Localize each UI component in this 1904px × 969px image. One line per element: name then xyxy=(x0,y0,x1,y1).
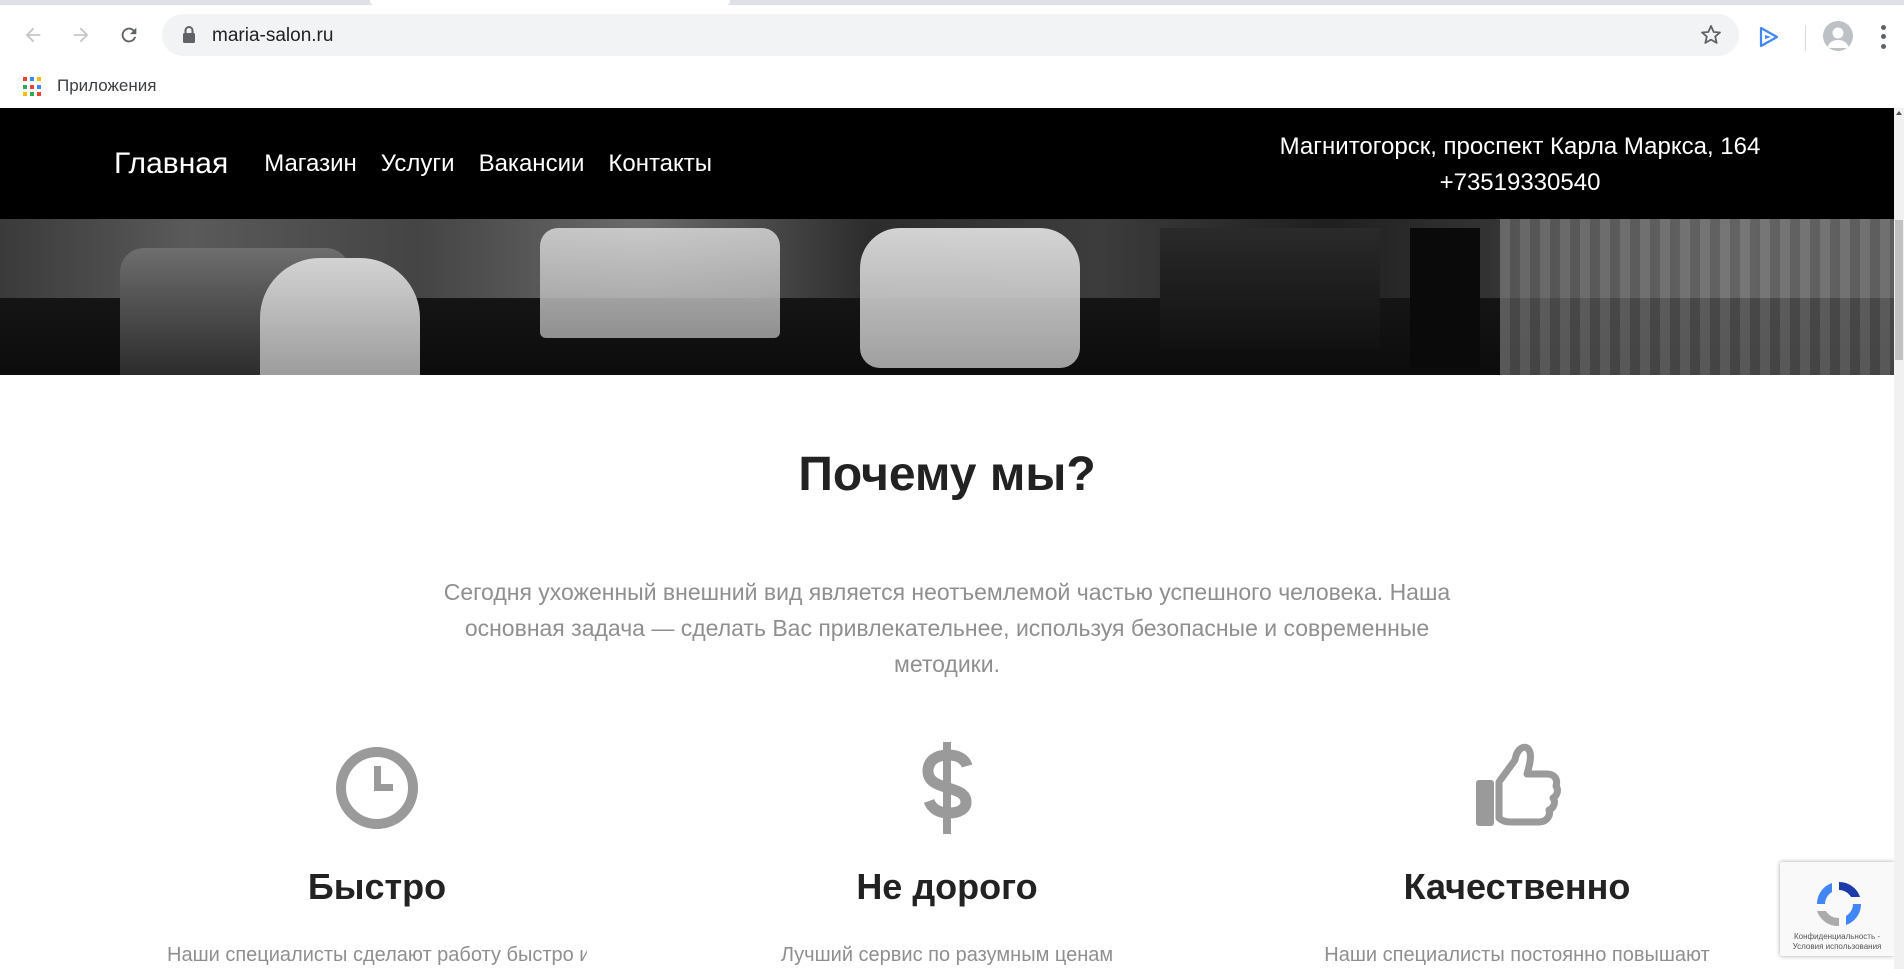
browser-menu-icon[interactable] xyxy=(1878,23,1888,51)
header-contact: Магнитогорск, проспект Карла Маркса, 164… xyxy=(1260,129,1780,201)
nav-services-link[interactable]: Услуги xyxy=(381,150,455,178)
features-row: Быстро Наши специалисты сделают работу б… xyxy=(0,738,1894,969)
toolbar-divider xyxy=(1805,25,1806,51)
recaptcha-badge[interactable]: Конфиденциальность - Условия использован… xyxy=(1780,862,1894,956)
back-button[interactable] xyxy=(15,17,51,53)
feature-description: Наши специалисты сделают работу быстро и xyxy=(167,944,587,966)
feature-title: Не дорого xyxy=(856,866,1038,907)
feature-cheap: Не дорого Лучший сервис по разумным цена… xyxy=(737,738,1157,967)
feature-description: Лучший сервис по разумным ценам xyxy=(780,944,1114,966)
nav-vacancies-link[interactable]: Вакансии xyxy=(479,150,585,178)
apps-bookmark-label[interactable]: Приложения xyxy=(57,76,156,96)
arrow-right-icon xyxy=(73,27,89,43)
feature-fast: Быстро Наши специалисты сделают работу б… xyxy=(167,738,587,967)
header-address: Магнитогорск, проспект Карла Маркса, 164 xyxy=(1279,133,1761,160)
cast-extension-icon[interactable] xyxy=(1756,24,1782,50)
feature-title: Качественно xyxy=(1403,866,1631,907)
feature-title: Быстро xyxy=(307,866,447,907)
apps-grid-icon[interactable] xyxy=(23,77,43,97)
address-bar[interactable]: maria-salon.ru xyxy=(162,14,1739,56)
reload-icon xyxy=(121,27,137,43)
why-us-title: Почему мы? xyxy=(798,448,1096,501)
clock-icon xyxy=(336,747,418,829)
nav-contacts-link[interactable]: Контакты xyxy=(608,150,712,178)
lock-icon xyxy=(183,26,195,43)
page-scrollbar[interactable] xyxy=(1894,108,1904,969)
feature-quality: Качественно Наши специалисты постоянно п… xyxy=(1307,738,1727,967)
nav-home-link[interactable]: Главная xyxy=(114,147,228,181)
recaptcha-icon xyxy=(1816,881,1862,927)
dollar-icon xyxy=(922,742,973,834)
site-header: Главная Магазин Услуги Вакансии Контакты… xyxy=(0,108,1894,219)
scroll-up-arrow-icon[interactable] xyxy=(1896,111,1902,115)
browser-toolbar: maria-salon.ru xyxy=(0,5,1904,65)
forward-button[interactable] xyxy=(63,17,99,53)
thumbs-up-icon xyxy=(1476,743,1561,826)
profile-avatar-icon[interactable] xyxy=(1823,21,1853,51)
bookmarks-bar: Приложения xyxy=(0,65,1904,108)
page-viewport: Главная Магазин Услуги Вакансии Контакты… xyxy=(0,108,1894,969)
scrollbar-thumb[interactable] xyxy=(1895,220,1903,360)
why-us-text: Сегодня ухоженный внешний вид является н… xyxy=(443,579,1451,677)
star-icon[interactable] xyxy=(1699,23,1723,47)
arrow-left-icon xyxy=(25,27,41,43)
main-nav: Главная Магазин Услуги Вакансии Контакты xyxy=(114,108,736,219)
url-text: maria-salon.ru xyxy=(212,25,334,46)
nav-shop-link[interactable]: Магазин xyxy=(264,150,357,178)
recaptcha-legal-text[interactable]: Конфиденциальность - Условия использован… xyxy=(1784,932,1890,952)
header-phone[interactable]: +73519330540 xyxy=(1260,165,1780,201)
feature-description: Наши специалисты постоянно повышают xyxy=(1324,944,1710,966)
reload-button[interactable] xyxy=(111,17,147,53)
